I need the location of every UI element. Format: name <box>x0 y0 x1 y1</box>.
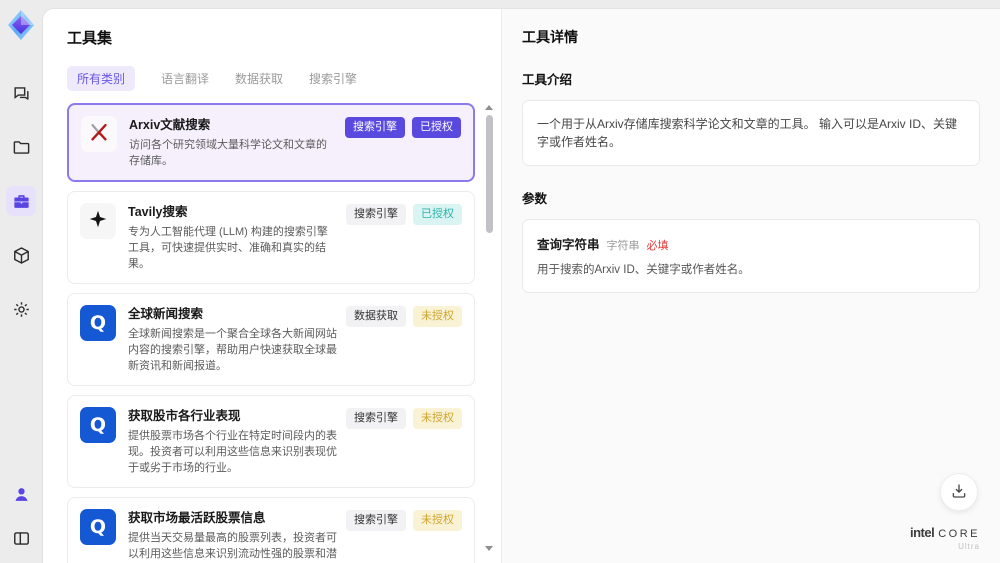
tool-detail-panel: 工具详情 工具介绍 一个用于从Arxiv存储库搜索科学论文和文章的工具。 输入可… <box>501 9 1000 563</box>
tool-tags: 搜索引擎 已授权 <box>346 203 462 225</box>
sidebar-item-files[interactable] <box>6 132 36 162</box>
main-window: 工具集 所有类别 语言翻译 数据获取 搜索引擎 Arxiv文献搜索 访问各个研究… <box>42 8 1000 563</box>
sidebar-item-panel-toggle[interactable] <box>6 523 36 553</box>
scrollbar[interactable] <box>485 105 493 551</box>
tool-tags: 数据获取 未授权 <box>346 305 462 327</box>
tool-description: 专为人工智能代理 (LLM) 构建的搜索引擎工具，可快速提供实时、准确和真实的结… <box>128 226 328 270</box>
gem-logo-icon <box>8 10 34 40</box>
tool-card-tavily[interactable]: Tavily搜索 专为人工智能代理 (LLM) 构建的搜索引擎工具，可快速提供实… <box>67 191 475 284</box>
panel-toggle-icon <box>12 529 31 548</box>
tool-description: 提供当天交易量最高的股票列表，投资者可以利用这些信息来识别流动性强的股票和潜在的… <box>128 532 337 560</box>
tool-name: Tavily搜索 <box>128 205 188 219</box>
tab-search-engine[interactable]: 搜索引擎 <box>309 66 357 91</box>
auth-status-badge: 未授权 <box>413 408 462 429</box>
tool-name: Arxiv文献搜索 <box>129 118 211 132</box>
q-logo-icon: Q <box>89 414 107 436</box>
tool-name: 获取股市各行业表现 <box>128 409 241 423</box>
params-heading: 参数 <box>522 192 548 206</box>
tool-card-global-news[interactable]: Q 全球新闻搜索 全球新闻搜索是一个聚合全球各大新闻网站内容的搜索引擎，帮助用户… <box>67 293 475 386</box>
sidebar-bottom <box>6 479 36 553</box>
tool-list: Arxiv文献搜索 访问各个研究领域大量科学论文和文章的存储库。 搜索引擎 已授… <box>67 103 501 563</box>
app-logo[interactable] <box>4 8 38 42</box>
tool-card-arxiv[interactable]: Arxiv文献搜索 访问各个研究领域大量科学论文和文章的存储库。 搜索引擎 已授… <box>67 103 475 182</box>
download-icon <box>950 482 968 503</box>
q-logo-icon: Q <box>89 516 107 538</box>
briefcase-icon <box>12 192 31 211</box>
sidebar-item-user[interactable] <box>6 479 36 509</box>
tool-name: 获取市场最活跃股票信息 <box>128 511 266 525</box>
sidebar-item-chat[interactable] <box>6 78 36 108</box>
tool-tags: 搜索引擎 未授权 <box>346 407 462 429</box>
detail-title: 工具详情 <box>522 29 578 45</box>
user-icon <box>12 485 31 504</box>
page-title: 工具集 <box>67 30 113 47</box>
intel-core-logo: intel CORE Ultra <box>910 526 980 551</box>
param-type: 字符串 <box>606 240 640 252</box>
tool-tags: 搜索引擎 未授权 <box>346 509 462 531</box>
param-card: 查询字符串 字符串 必填 用于搜索的Arxiv ID、关键字或作者姓名。 <box>522 219 980 293</box>
tool-card-active-stocks[interactable]: Q 获取市场最活跃股票信息 提供当天交易量最高的股票列表，投资者可以利用这些信息… <box>67 497 475 563</box>
intro-heading: 工具介绍 <box>522 73 573 87</box>
scrollbar-thumb[interactable] <box>485 115 493 233</box>
tool-list-panel: 工具集 所有类别 语言翻译 数据获取 搜索引擎 Arxiv文献搜索 访问各个研究… <box>43 9 501 563</box>
core-brand-text: CORE <box>938 528 980 540</box>
param-required-badge: 必填 <box>646 240 669 252</box>
tab-all-categories[interactable]: 所有类别 <box>67 66 136 91</box>
left-sidebar <box>0 0 42 563</box>
sidebar-item-settings[interactable] <box>6 294 36 324</box>
category-tag: 数据获取 <box>346 306 406 327</box>
chat-icon <box>12 84 31 103</box>
scroll-down-icon[interactable] <box>485 546 493 551</box>
tool-description: 访问各个研究领域大量科学论文和文章的存储库。 <box>129 139 327 167</box>
folder-icon <box>12 138 31 157</box>
tab-language-translation[interactable]: 语言翻译 <box>161 66 209 91</box>
cube-icon <box>12 246 31 265</box>
category-tag: 搜索引擎 <box>346 510 406 531</box>
sidebar-nav <box>6 78 36 324</box>
tool-description: 全球新闻搜索是一个聚合全球各大新闻网站内容的搜索引擎，帮助用户快速获取全球最新资… <box>128 328 337 372</box>
scroll-up-icon[interactable] <box>485 105 493 110</box>
auth-status-badge: 已授权 <box>413 204 462 225</box>
q-logo-icon: Q <box>89 312 107 334</box>
auth-status-badge: 已授权 <box>412 117 461 138</box>
ultra-brand-text: Ultra <box>958 542 980 551</box>
auth-status-badge: 未授权 <box>413 306 462 327</box>
category-tabs: 所有类别 语言翻译 数据获取 搜索引擎 <box>67 66 501 91</box>
arxiv-logo-icon <box>88 121 110 148</box>
app-window: 工具集 所有类别 语言翻译 数据获取 搜索引擎 Arxiv文献搜索 访问各个研究… <box>0 0 1000 563</box>
tavily-star-icon <box>87 208 109 235</box>
auth-status-badge: 未授权 <box>413 510 462 531</box>
category-tag: 搜索引擎 <box>346 408 406 429</box>
tool-description: 提供股票市场各个行业在特定时间段内的表现。投资者可以利用这些信息来识别表现优于或… <box>128 430 337 474</box>
gear-icon <box>12 300 31 319</box>
sidebar-item-packages[interactable] <box>6 240 36 270</box>
category-tag: 搜索引擎 <box>345 117 405 138</box>
category-tag: 搜索引擎 <box>346 204 406 225</box>
param-description: 用于搜索的Arxiv ID、关键字或作者姓名。 <box>537 264 750 276</box>
tool-intro-box: 一个用于从Arxiv存储库搜索科学论文和文章的工具。 输入可以是Arxiv ID… <box>522 100 980 166</box>
tool-name: 全球新闻搜索 <box>128 307 204 321</box>
sidebar-item-tools[interactable] <box>6 186 36 216</box>
download-button[interactable] <box>940 473 978 511</box>
tab-data-fetch[interactable]: 数据获取 <box>235 66 283 91</box>
intel-brand-text: intel <box>909 525 935 540</box>
tool-tags: 搜索引擎 已授权 <box>345 116 461 138</box>
param-header: 查询字符串 字符串 必填 <box>537 234 965 253</box>
tool-card-sector-performance[interactable]: Q 获取股市各行业表现 提供股票市场各个行业在特定时间段内的表现。投资者可以利用… <box>67 395 475 488</box>
param-name: 查询字符串 <box>537 238 600 252</box>
